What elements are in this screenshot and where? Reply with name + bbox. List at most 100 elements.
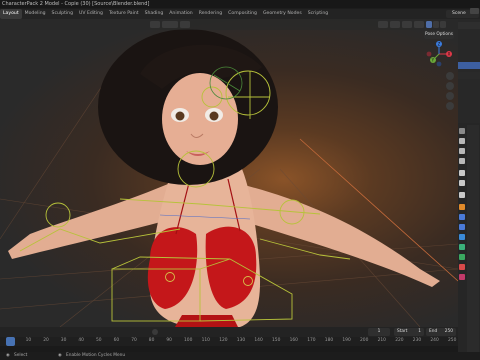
end-value: 250 xyxy=(444,329,453,334)
tab-texture-paint[interactable]: Texture Paint xyxy=(106,9,142,19)
viewport-3d[interactable] xyxy=(0,19,458,327)
tab-layout[interactable]: Layout xyxy=(0,9,22,19)
xray-toggle-icon[interactable] xyxy=(414,21,424,28)
render-shading-icon[interactable] xyxy=(440,21,446,28)
camera-view-icon[interactable] xyxy=(446,92,454,100)
modifier-properties-icon[interactable] xyxy=(459,214,465,220)
particles-properties-icon[interactable] xyxy=(459,224,465,230)
ruler-tick-label: 70 xyxy=(131,338,137,343)
constraint-properties-icon[interactable] xyxy=(459,244,465,250)
iris-left xyxy=(175,111,185,121)
ruler-tick-label: 190 xyxy=(342,338,351,343)
title-bar: CharacterPack 2 Model - Copie (30) [Sour… xyxy=(0,0,480,8)
output-properties-icon[interactable] xyxy=(459,148,465,154)
current-frame-field[interactable]: 1 xyxy=(368,328,390,336)
current-frame-value: 1 xyxy=(377,329,381,334)
tab-shading[interactable]: Shading xyxy=(142,9,167,19)
left-arm xyxy=(8,184,172,259)
transform-pivot-icon[interactable] xyxy=(162,21,178,28)
world-properties-icon[interactable] xyxy=(459,180,465,186)
end-frame-field[interactable]: End 250 xyxy=(426,328,456,336)
outliner-panel xyxy=(458,19,480,123)
status-bar: ◉ Select ◉ Enable Motion Cycles Menu xyxy=(0,352,480,360)
ruler-tick-label: 240 xyxy=(430,338,439,343)
axis-gizmo-icon: X Y Z xyxy=(426,41,452,67)
ruler-tick-label: 50 xyxy=(96,338,102,343)
tab-animation[interactable]: Animation xyxy=(166,9,195,19)
pose-options-dropdown[interactable]: Pose Options xyxy=(424,31,454,39)
gizmo-toggle-icon[interactable] xyxy=(390,21,400,28)
x-axis-letter: X xyxy=(448,52,451,57)
start-frame-field[interactable]: Start 1 xyxy=(394,328,424,336)
ruler-tick-label: 170 xyxy=(307,338,316,343)
object-properties-icon[interactable] xyxy=(459,204,465,210)
ruler-tick-label: 80 xyxy=(148,338,155,343)
ruler-tick-label: 100 xyxy=(184,338,193,343)
ruler-tick-label: 140 xyxy=(254,338,263,343)
ruler-tick-label: 230 xyxy=(412,338,422,343)
ruler-tick-label: 200 xyxy=(360,338,369,343)
window-title: CharacterPack 2 Model - Copie (30) [Sour… xyxy=(2,1,150,7)
render-properties-icon[interactable] xyxy=(459,138,465,144)
material-properties-icon[interactable] xyxy=(459,264,465,270)
tab-compositing[interactable]: Compositing xyxy=(225,9,260,19)
view-layer-properties-icon[interactable] xyxy=(459,158,465,164)
z-axis-letter: Z xyxy=(438,42,441,47)
ruler-tick-label: 60 xyxy=(113,338,120,343)
outliner-row-selected[interactable] xyxy=(458,62,480,69)
blender-window: CharacterPack 2 Model - Copie (30) [Sour… xyxy=(0,0,480,360)
y-axis-letter: Y xyxy=(431,58,435,63)
tab-rendering[interactable]: Rendering xyxy=(196,9,225,19)
workspace-tabs: Layout Modeling Sculpting UV Editing Texture… xyxy=(0,9,480,19)
navigation-gizmo[interactable]: X Y Z xyxy=(425,40,453,68)
outliner-header[interactable] xyxy=(458,22,480,29)
solid-shading-icon[interactable] xyxy=(426,21,432,28)
outliner-row[interactable] xyxy=(458,72,480,79)
perspective-toggle-icon[interactable] xyxy=(446,102,454,110)
ruler-tick-label: 210 xyxy=(377,338,386,343)
right-arm xyxy=(236,184,440,287)
pan-icon[interactable] xyxy=(446,82,454,90)
select-mode-icon[interactable] xyxy=(150,21,160,28)
physics-properties-icon[interactable] xyxy=(459,234,465,240)
tool-properties-icon[interactable] xyxy=(459,128,465,134)
tab-sculpting[interactable]: Sculpting xyxy=(49,9,76,19)
ruler-tick-label: 150 xyxy=(272,338,281,343)
timeline-ruler[interactable]: 0102030405060708090100110120130140150160… xyxy=(0,337,458,346)
status-hint-icon: ◉ xyxy=(58,353,62,358)
snapping-icon[interactable] xyxy=(180,21,190,28)
record-icon[interactable] xyxy=(152,329,158,335)
scene-label: Scene xyxy=(452,11,466,16)
overlay-toggle-icon[interactable] xyxy=(402,21,412,28)
collection-properties-icon[interactable] xyxy=(459,192,465,198)
data-properties-icon[interactable] xyxy=(459,254,465,260)
ruler-tick-label: 30 xyxy=(60,338,67,343)
viewport-scene xyxy=(0,29,458,327)
material-shading-icon[interactable] xyxy=(433,21,439,28)
view-layer-icon[interactable] xyxy=(470,8,479,14)
tab-geometry-nodes[interactable]: Geometry Nodes xyxy=(260,9,305,19)
ruler-tick-label: 90 xyxy=(166,338,172,343)
start-value: 1 xyxy=(418,329,421,334)
ruler-tick-label: 40 xyxy=(78,338,84,343)
tab-modeling[interactable]: Modeling xyxy=(22,9,49,19)
zoom-icon[interactable] xyxy=(446,72,454,80)
ruler-tick-label: 180 xyxy=(324,338,334,343)
scene-properties-icon[interactable] xyxy=(459,170,465,176)
ruler-tick-label: 20 xyxy=(43,338,49,343)
ruler-tick-label: 160 xyxy=(289,338,298,343)
ruler-tick-label: 250 xyxy=(448,338,457,343)
start-label: Start xyxy=(397,329,408,334)
playback-controls: ⏮◆◀▶◆⏭ xyxy=(166,328,206,345)
status-mouse-icon: ◉ xyxy=(6,353,10,358)
playhead[interactable] xyxy=(6,337,15,346)
pose-options-label: Pose Options xyxy=(425,32,453,37)
properties-content[interactable] xyxy=(467,125,479,355)
ruler-tick-label: 110 xyxy=(201,338,210,343)
tab-uv-editing[interactable]: UV Editing xyxy=(76,9,106,19)
tab-scripting[interactable]: Scripting xyxy=(305,9,331,19)
visibility-icon[interactable] xyxy=(378,21,388,28)
texture-properties-icon[interactable] xyxy=(459,274,465,280)
ruler-tick-label: 220 xyxy=(395,338,404,343)
end-label: End xyxy=(429,329,438,334)
